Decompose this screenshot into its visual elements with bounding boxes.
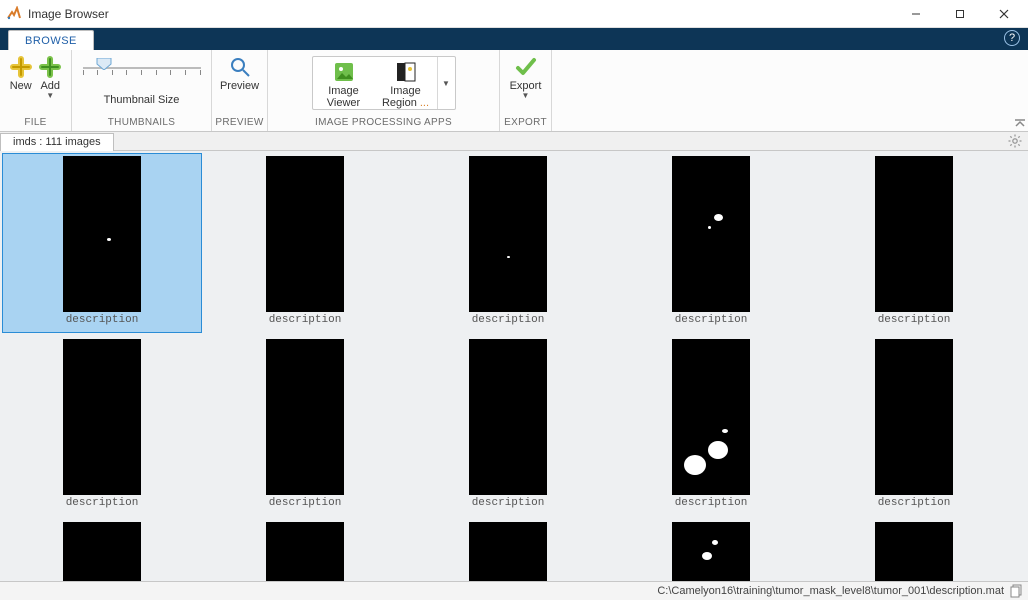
thumbnail-caption: description <box>472 497 545 509</box>
thumbnail-cell[interactable]: description <box>611 153 811 333</box>
thumbnail-cell[interactable]: description <box>2 153 202 333</box>
group-export-label: EXPORT <box>500 117 551 131</box>
thumbnail-cell[interactable]: description <box>611 519 811 581</box>
image-region-button[interactable]: ImageRegion ... <box>375 57 437 109</box>
new-button[interactable]: New <box>6 54 36 92</box>
thumbnail-caption: description <box>878 497 951 509</box>
group-apps-label: IMAGE PROCESSING APPS <box>268 117 499 131</box>
export-button[interactable]: Export ▼ <box>506 54 545 99</box>
image-region-icon <box>395 61 417 83</box>
thumbnail-image <box>469 156 547 312</box>
group-preview: Preview PREVIEW <box>212 50 268 131</box>
close-button[interactable] <box>982 1 1026 27</box>
thumbnail-cell[interactable]: description <box>814 336 1014 516</box>
thumbnail-image <box>875 156 953 312</box>
window-title: Image Browser <box>28 7 894 21</box>
group-export: Export ▼ EXPORT <box>500 50 552 131</box>
status-bar: C:\Camelyon16\training\tumor_mask_level8… <box>0 581 1028 600</box>
apps-dropdown-button[interactable]: ▼ <box>437 57 455 109</box>
thumbnail-image <box>672 156 750 312</box>
maximize-button[interactable] <box>938 1 982 27</box>
thumbnail-cell[interactable]: description <box>2 519 202 581</box>
group-apps: ImageViewer ImageRegion ... ▼ IMAGE PROC… <box>268 50 500 131</box>
add-button[interactable]: Add ▼ <box>36 54 66 99</box>
thumbnail-cell[interactable]: description <box>408 153 608 333</box>
minimize-button[interactable] <box>894 1 938 27</box>
image-viewer-label: ImageViewer <box>327 85 360 109</box>
thumbnail-caption: description <box>269 314 342 326</box>
dropdown-arrow-icon: ▼ <box>522 93 530 99</box>
chevron-down-icon: ▼ <box>442 79 450 88</box>
image-viewer-button[interactable]: ImageViewer <box>313 57 375 109</box>
dropdown-arrow-icon: ▼ <box>46 93 54 99</box>
thumbnail-image <box>63 156 141 312</box>
thumbnail-cell[interactable]: description <box>2 336 202 516</box>
thumbnail-size-slider[interactable]: Thumbnail Size <box>78 54 205 106</box>
toolstrip: New Add ▼ FILE Thumbnail Size <box>0 50 1028 132</box>
dataset-tab[interactable]: imds : 111 images <box>0 133 114 152</box>
thumbnail-image <box>672 339 750 495</box>
thumbnail-caption: description <box>675 497 748 509</box>
tab-browse[interactable]: BROWSE <box>8 30 94 50</box>
thumbnail-caption: description <box>675 314 748 326</box>
group-thumbnails: Thumbnail Size THUMBNAILS <box>72 50 212 131</box>
thumbnail-image <box>63 522 141 581</box>
thumbnail-cell[interactable]: description <box>205 336 405 516</box>
thumbnail-caption: description <box>66 314 139 326</box>
thumbnail-image <box>266 522 344 581</box>
copy-icon[interactable] <box>1010 584 1024 598</box>
thumbnail-image <box>875 522 953 581</box>
thumbnail-image <box>469 339 547 495</box>
thumbnail-caption: description <box>66 497 139 509</box>
thumbnail-cell[interactable]: description <box>611 336 811 516</box>
group-file-label: FILE <box>0 117 71 131</box>
thumbnail-image <box>672 522 750 581</box>
thumbnail-image <box>469 522 547 581</box>
apps-gallery: ImageViewer ImageRegion ... ▼ <box>312 56 456 110</box>
thumbnail-image <box>875 339 953 495</box>
status-path: C:\Camelyon16\training\tumor_mask_level8… <box>657 585 1004 597</box>
thumbnail-image <box>266 156 344 312</box>
window-controls <box>894 1 1026 27</box>
thumbnail-cell[interactable]: description <box>814 153 1014 333</box>
image-viewer-icon <box>333 61 355 83</box>
thumbnail-cell[interactable]: description <box>408 336 608 516</box>
group-file: New Add ▼ FILE <box>0 50 72 131</box>
thumbnail-image <box>63 339 141 495</box>
plus-green-icon <box>39 56 61 78</box>
check-icon <box>515 56 537 78</box>
group-preview-label: PREVIEW <box>212 117 267 131</box>
matlab-icon <box>6 6 22 22</box>
dataset-tab-row: imds : 111 images <box>0 132 1028 151</box>
image-region-label: ImageRegion ... <box>382 85 429 109</box>
plus-yellow-icon <box>10 56 32 78</box>
new-label: New <box>10 80 32 92</box>
gallery-viewport: descriptiondescriptiondescriptiondescrip… <box>0 151 1028 581</box>
thumbnail-cell[interactable]: description <box>814 519 1014 581</box>
magnifier-icon <box>229 56 251 78</box>
thumbnail-cell[interactable]: description <box>205 519 405 581</box>
preview-button[interactable]: Preview <box>218 54 261 92</box>
collapse-icon <box>1014 119 1026 129</box>
title-bar: Image Browser <box>0 0 1028 28</box>
preview-label: Preview <box>220 80 259 92</box>
thumbnail-cell[interactable]: description <box>205 153 405 333</box>
slider-thumb-icon[interactable] <box>95 58 113 70</box>
gear-icon[interactable] <box>1008 134 1022 148</box>
thumbnail-image <box>266 339 344 495</box>
help-icon[interactable]: ? <box>1004 30 1020 46</box>
thumbnail-caption: description <box>472 314 545 326</box>
thumbnail-caption: description <box>269 497 342 509</box>
collapse-toolstrip-button[interactable] <box>1012 50 1028 131</box>
thumbnail-cell[interactable]: description <box>408 519 608 581</box>
group-thumbnails-label: THUMBNAILS <box>72 117 211 131</box>
thumbnail-size-label: Thumbnail Size <box>104 94 180 106</box>
ribbon-header: BROWSE ? <box>0 28 1028 50</box>
thumbnail-gallery[interactable]: descriptiondescriptiondescriptiondescrip… <box>0 151 1028 581</box>
thumbnail-caption: description <box>878 314 951 326</box>
